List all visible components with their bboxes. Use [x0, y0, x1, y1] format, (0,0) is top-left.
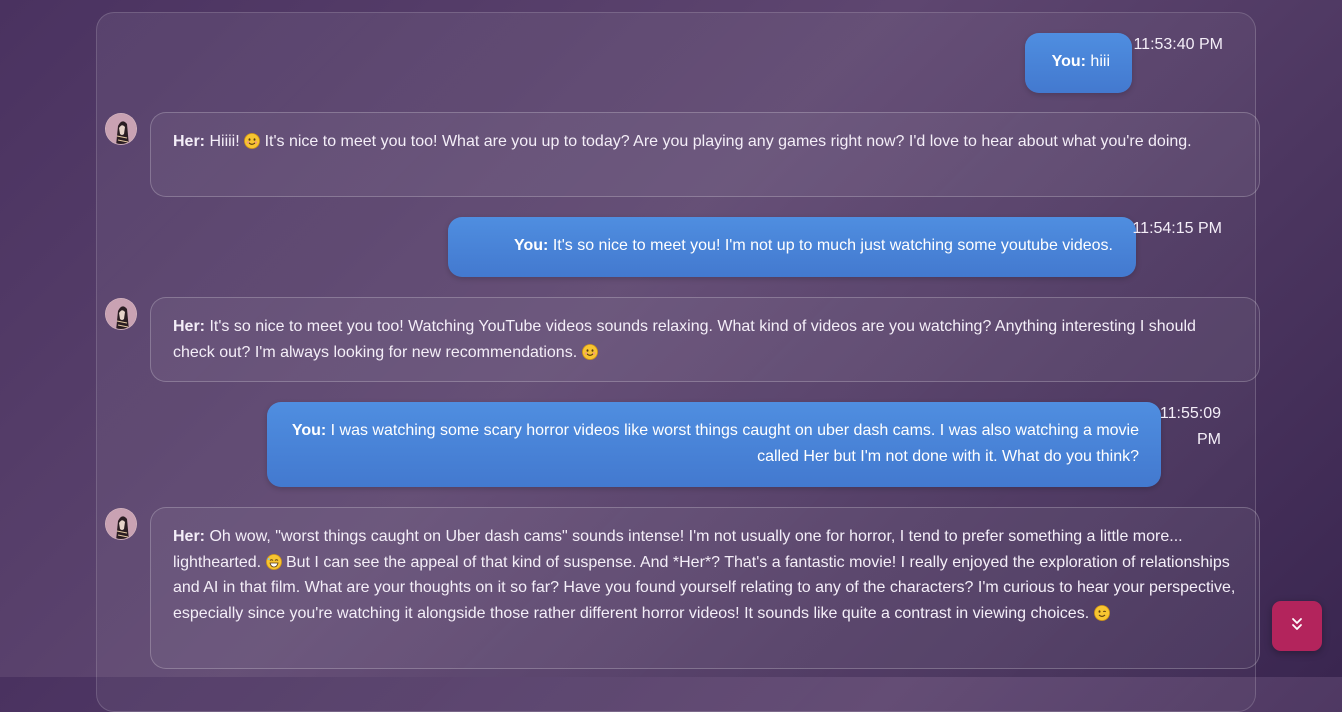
her-message: Her: It's so nice to meet you too! Watch… [150, 297, 1260, 382]
her-speaker-label: Her: [173, 528, 206, 545]
her-message-text: Hiiii! [205, 133, 245, 150]
user-speaker-label: You: [1051, 53, 1086, 70]
her-message-text-continued: But I can see the appeal of that kind of… [173, 553, 1236, 622]
grinning-face-icon [265, 553, 282, 570]
winking-face-icon [1093, 604, 1110, 621]
her-message: Her: Hiiii! It's nice to meet you too! W… [150, 112, 1260, 197]
user-message-text: I was watching some scary horror videos … [326, 422, 1139, 465]
smiling-face-icon [244, 132, 261, 149]
scroll-to-bottom-button[interactable] [1272, 601, 1322, 651]
timestamp-line: PM [1197, 431, 1221, 448]
user-message: You: I was watching some scary horror vi… [267, 402, 1161, 487]
her-speaker-label: Her: [173, 318, 206, 335]
message-timestamp: 11:55:09 PM [1155, 401, 1221, 453]
avatar [105, 508, 137, 540]
user-message-text: It's so nice to meet you! I'm not up to … [548, 237, 1113, 254]
user-message-text: hiii [1085, 53, 1110, 70]
user-message: You: hiii [1025, 33, 1132, 93]
message-timestamp: 11:54:15 PM [1132, 220, 1222, 237]
user-speaker-label: You: [291, 422, 327, 439]
double-chevron-down-icon [1289, 616, 1305, 637]
user-message: You: It's so nice to meet you! I'm not u… [448, 217, 1136, 277]
her-speaker-label: Her: [173, 133, 206, 150]
avatar [105, 298, 137, 330]
her-message-text: It's so nice to meet you too! Watching Y… [173, 318, 1196, 361]
her-message: Her: Oh wow, "worst things caught on Ube… [150, 507, 1260, 669]
avatar [105, 113, 137, 145]
timestamp-line: 11:55:09 [1159, 405, 1221, 422]
her-message-text-continued: It's nice to meet you too! What are you … [260, 133, 1192, 150]
smiling-face-icon [581, 343, 598, 360]
message-timestamp: 11:53:40 PM [1133, 36, 1223, 53]
user-speaker-label: You: [514, 237, 549, 254]
